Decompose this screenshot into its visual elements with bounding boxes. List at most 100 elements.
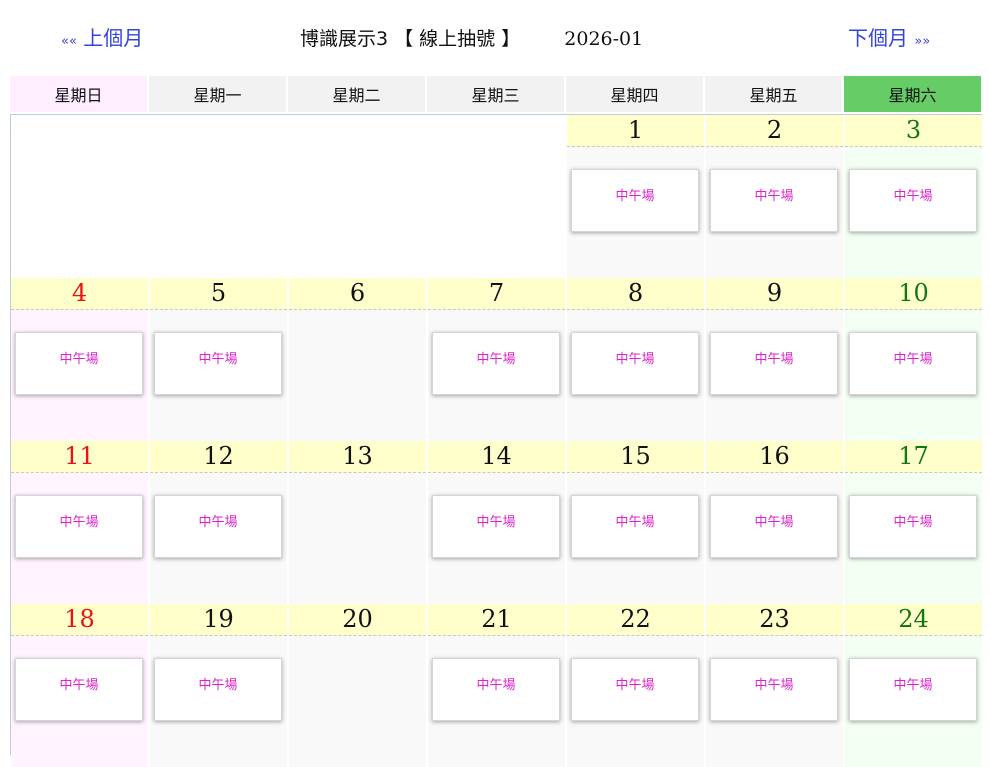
session-label: 中午場 [754, 678, 794, 693]
noon-session-button[interactable]: 中午場 [154, 658, 282, 721]
weekday-sunday: 星期日 [10, 76, 147, 112]
day-number: 17 [845, 441, 982, 473]
session-label: 中午場 [615, 189, 655, 204]
calendar-day-cell: 21 中午場 [428, 604, 565, 767]
noon-session-button[interactable]: 中午場 [432, 658, 560, 721]
session-label: 中午場 [59, 515, 99, 530]
noon-session-button[interactable]: 中午場 [154, 495, 282, 558]
calendar-day-cell: 9 中午場 [706, 278, 843, 441]
day-number: 4 [11, 278, 148, 310]
day-number: 12 [150, 441, 287, 473]
prev-month-link[interactable]: «« 上個月 [61, 22, 143, 51]
weekday-thursday: 星期四 [566, 76, 703, 112]
noon-session-button[interactable]: 中午場 [710, 658, 838, 721]
calendar-grid: 1 中午場 2 中午場 3 中午場 4 中午場 5 中午場 6 7 中午場 8 中午場 9 中午場 10 中午場 11… [10, 114, 983, 767]
session-label: 中午場 [754, 352, 794, 367]
day-number: 10 [845, 278, 982, 310]
day-number: 16 [706, 441, 843, 473]
noon-session-button[interactable]: 中午場 [571, 495, 699, 558]
noon-session-button[interactable]: 中午場 [849, 169, 977, 232]
day-number: 9 [706, 278, 843, 310]
session-label: 中午場 [59, 352, 99, 367]
noon-session-button[interactable]: 中午場 [432, 332, 560, 395]
next-month-label: 下個月 [848, 26, 908, 50]
noon-session-button[interactable]: 中午場 [849, 332, 977, 395]
weekday-tuesday: 星期二 [288, 76, 425, 112]
session-label: 中午場 [615, 352, 655, 367]
calendar-day-cell: 12 中午場 [150, 441, 287, 604]
noon-session-button[interactable]: 中午場 [432, 495, 560, 558]
session-label: 中午場 [893, 352, 933, 367]
noon-session-button[interactable]: 中午場 [571, 658, 699, 721]
calendar-day-cell: 2 中午場 [706, 115, 843, 278]
calendar-day-cell [289, 115, 426, 278]
calendar-week-row: 4 中午場 5 中午場 6 7 中午場 8 中午場 9 中午場 10 中午場 [11, 278, 983, 441]
calendar-day-cell: 18 中午場 [11, 604, 148, 767]
day-number: 8 [567, 278, 704, 310]
calendar-day-cell [150, 115, 287, 278]
noon-session-button[interactable]: 中午場 [849, 658, 977, 721]
session-label: 中午場 [59, 678, 99, 693]
session-label: 中午場 [476, 678, 516, 693]
next-month-link[interactable]: 下個月 »» [848, 22, 930, 51]
noon-session-button[interactable]: 中午場 [571, 332, 699, 395]
calendar-day-cell: 17 中午場 [845, 441, 982, 604]
day-number: 7 [428, 278, 565, 310]
noon-session-button[interactable]: 中午場 [710, 495, 838, 558]
session-label: 中午場 [198, 352, 238, 367]
calendar-day-cell: 11 中午場 [11, 441, 148, 604]
noon-session-button[interactable]: 中午場 [849, 495, 977, 558]
weekday-monday: 星期一 [149, 76, 286, 112]
noon-session-button[interactable]: 中午場 [710, 332, 838, 395]
weekday-wednesday: 星期三 [427, 76, 564, 112]
day-number: 13 [289, 441, 426, 473]
day-number: 20 [289, 604, 426, 636]
session-label: 中午場 [615, 515, 655, 530]
session-label: 中午場 [893, 678, 933, 693]
session-label: 中午場 [893, 515, 933, 530]
noon-session-button[interactable]: 中午場 [154, 332, 282, 395]
session-label: 中午場 [198, 678, 238, 693]
session-label: 中午場 [754, 515, 794, 530]
calendar-header: «« 上個月 博識展示3 【 線上抽號 】 2026-01 下個月 »» [0, 0, 990, 76]
calendar-day-cell: 7 中午場 [428, 278, 565, 441]
calendar-day-cell: 14 中午場 [428, 441, 565, 604]
day-number: 3 [845, 115, 982, 147]
calendar-day-cell: 15 中午場 [567, 441, 704, 604]
noon-session-button[interactable]: 中午場 [571, 169, 699, 232]
session-label: 中午場 [476, 515, 516, 530]
weekday-saturday: 星期六 [844, 76, 981, 112]
noon-session-button[interactable]: 中午場 [710, 169, 838, 232]
calendar-day-cell: 22 中午場 [567, 604, 704, 767]
day-number: 1 [567, 115, 704, 147]
day-number: 6 [289, 278, 426, 310]
calendar-week-row: 18 中午場 19 中午場 20 21 中午場 22 中午場 23 中午場 24 中午場 [11, 604, 983, 767]
day-number: 21 [428, 604, 565, 636]
noon-session-button[interactable]: 中午場 [15, 658, 143, 721]
day-number: 19 [150, 604, 287, 636]
calendar-day-cell: 13 [289, 441, 426, 604]
session-label: 中午場 [615, 678, 655, 693]
calendar-day-cell: 20 [289, 604, 426, 767]
calendar-day-cell: 6 [289, 278, 426, 441]
calendar-week-row: 1 中午場 2 中午場 3 中午場 [11, 115, 983, 278]
weekday-friday: 星期五 [705, 76, 842, 112]
calendar-day-cell: 1 中午場 [567, 115, 704, 278]
calendar-day-cell: 24 中午場 [845, 604, 982, 767]
calendar-week-row: 11 中午場 12 中午場 13 14 中午場 15 中午場 16 中午場 17 中午場 [11, 441, 983, 604]
venue-title: 博識展示3 【 線上抽號 】 [300, 28, 521, 50]
calendar-day-cell: 23 中午場 [706, 604, 843, 767]
noon-session-button[interactable]: 中午場 [15, 495, 143, 558]
calendar-day-cell [11, 115, 148, 278]
session-label: 中午場 [893, 189, 933, 204]
day-number: 18 [11, 604, 148, 636]
calendar-day-cell: 3 中午場 [845, 115, 982, 278]
calendar-day-cell: 5 中午場 [150, 278, 287, 441]
day-number: 14 [428, 441, 565, 473]
day-number: 15 [567, 441, 704, 473]
day-number: 24 [845, 604, 982, 636]
noon-session-button[interactable]: 中午場 [15, 332, 143, 395]
weekday-header-row: 星期日 星期一 星期二 星期三 星期四 星期五 星期六 [10, 76, 982, 112]
calendar-day-cell [428, 115, 565, 278]
session-label: 中午場 [754, 189, 794, 204]
